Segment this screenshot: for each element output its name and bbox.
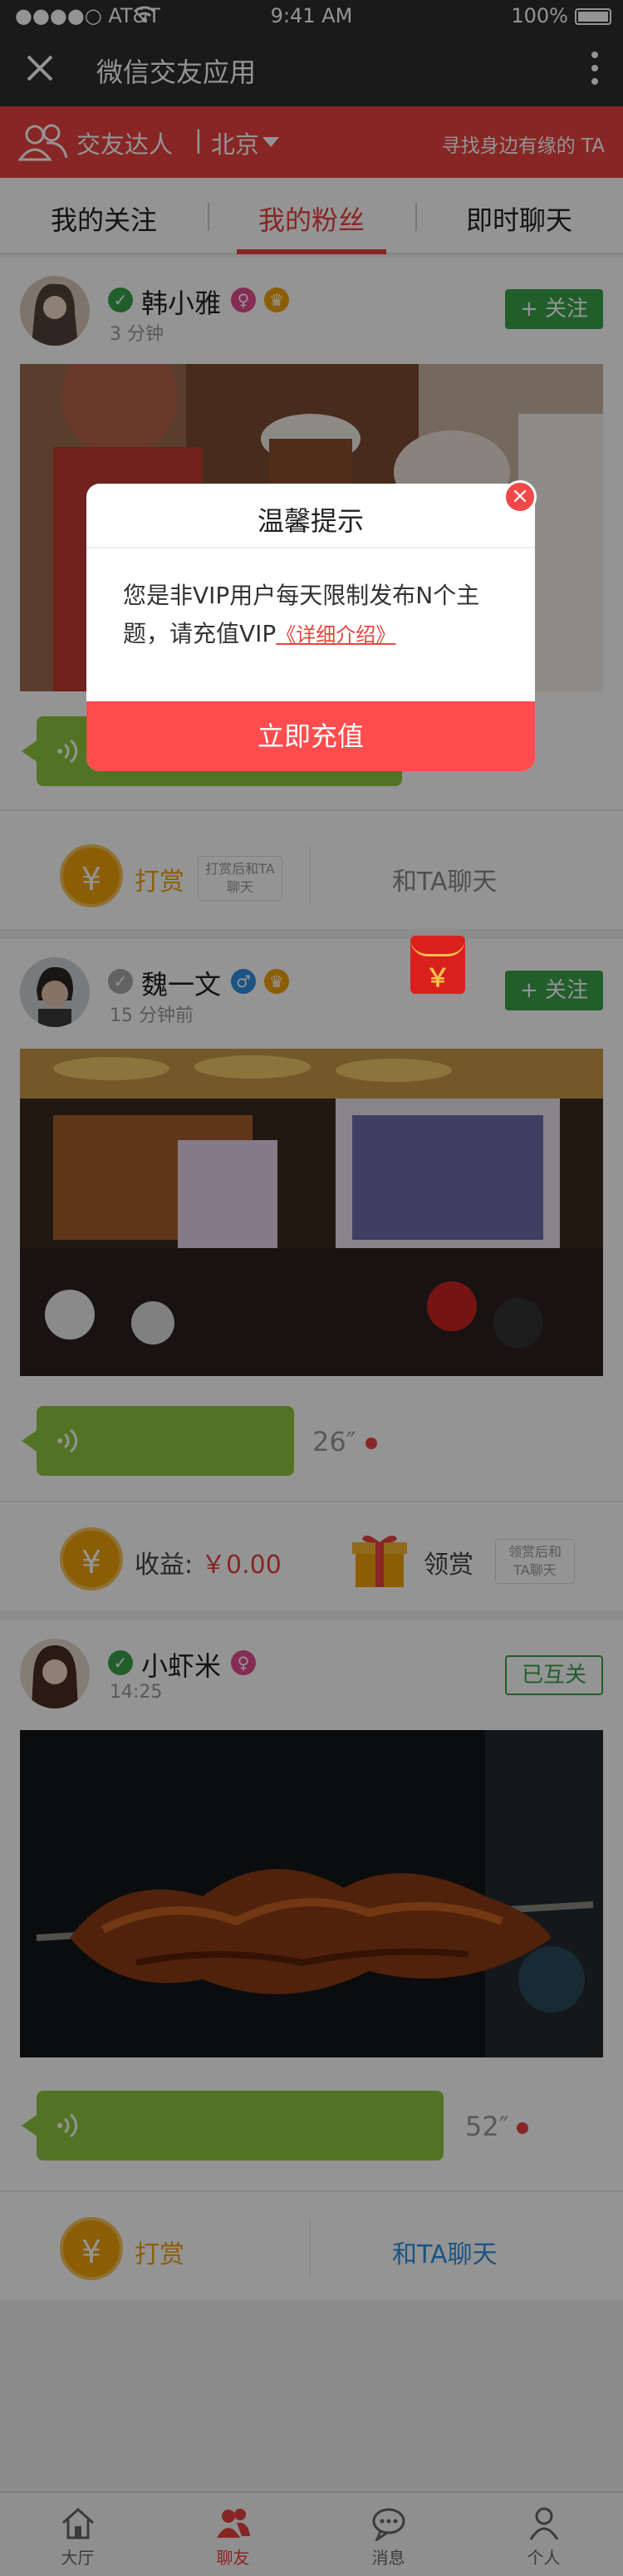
recharge-button[interactable]: 立即充值 [86,701,535,771]
modal-close-icon[interactable]: × [503,480,537,514]
app-root: { "status_bar": {"carrier": "●●●●○ AT&T"… [0,0,623,2576]
red-packet-icon[interactable]: ￥ [410,936,465,994]
modal-divider [86,547,535,548]
modal-body: 您是非VIP用户每天限制发布N个主题，请充值VIP《详细介绍》 [123,577,513,654]
vip-modal: 温馨提示 您是非VIP用户每天限制发布N个主题，请充值VIP《详细介绍》 立即充… [86,484,535,771]
modal-title: 温馨提示 [257,505,364,537]
modal-overlay[interactable] [0,0,623,2576]
detail-link[interactable]: 《详细介绍》 [276,623,395,646]
